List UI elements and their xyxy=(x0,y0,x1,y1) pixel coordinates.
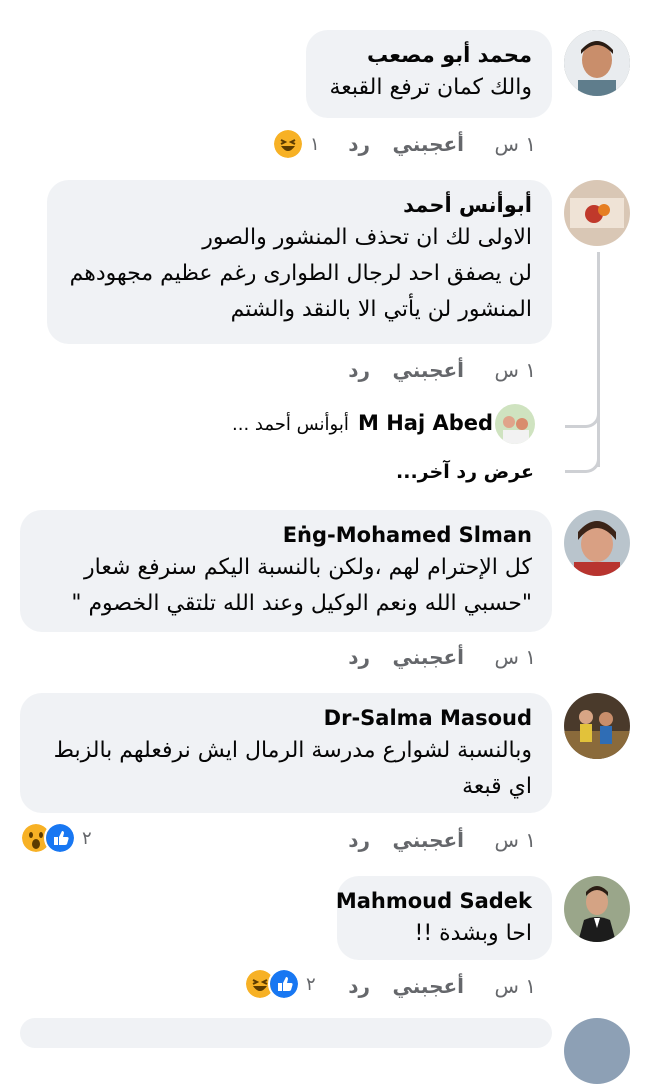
comment-bubble: Mahmoud Sadek احا وبشدة !! xyxy=(336,876,552,960)
reaction-count: ١ xyxy=(310,133,320,155)
view-more-replies[interactable]: عرض رد آخر... xyxy=(396,461,534,483)
comment-time[interactable]: ١ س xyxy=(494,358,536,382)
comment-time[interactable]: ١ س xyxy=(494,645,536,669)
reaction-summary[interactable]: ٢ xyxy=(244,968,316,1000)
reaction-count: ٢ xyxy=(82,827,92,849)
comment-text: الاولى لك ان تحذف المنشور والصور xyxy=(202,225,532,250)
comment-author[interactable]: Dr-Salma Masoud xyxy=(40,703,532,733)
avatar[interactable] xyxy=(564,510,630,576)
like-reaction-icon xyxy=(268,968,300,1000)
haha-reaction-icon xyxy=(272,128,304,160)
thread-connector xyxy=(565,400,600,428)
comment-bubble xyxy=(20,1018,552,1048)
comment-author[interactable]: أبوأنس أحمد xyxy=(67,190,532,220)
comment-bubble: Eṅg-Mohamed Slman كل الإحترام لهم ،ولكن … xyxy=(20,510,552,632)
comment-text: كل الإحترام لهم ،ولكن بالنسبة اليكم سنرف… xyxy=(84,555,532,580)
comment-author[interactable]: Eṅg-Mohamed Slman xyxy=(40,520,532,550)
like-button[interactable]: أعجبني xyxy=(393,645,465,669)
comment-bubble: Dr-Salma Masoud وبالنسبة لشوارع مدرسة ال… xyxy=(20,693,552,813)
reply-button[interactable]: رد xyxy=(348,358,370,382)
avatar[interactable] xyxy=(564,180,630,246)
reaction-summary[interactable]: ٢ xyxy=(20,822,92,854)
comment-time[interactable]: ١ س xyxy=(494,132,536,156)
reaction-summary[interactable]: ١ xyxy=(272,128,320,160)
like-reaction-icon xyxy=(44,822,76,854)
comment-text: اي قبعة xyxy=(462,774,532,799)
like-button[interactable]: أعجبني xyxy=(393,974,465,998)
comment-text: المنشور لن يأتي الا بالنقد والشتم xyxy=(230,297,532,322)
like-button[interactable]: أعجبني xyxy=(393,828,465,852)
comment-time[interactable]: ١ س xyxy=(494,828,536,852)
comment-text: احا وبشدة !! xyxy=(414,921,533,946)
thread-connector xyxy=(597,252,600,467)
thread-connector xyxy=(565,445,600,473)
comment-text: لن يصفق احد لرجال الطوارى رغم عظيم مجهود… xyxy=(69,261,532,286)
avatar[interactable] xyxy=(564,693,630,759)
reaction-count: ٢ xyxy=(306,973,316,995)
comment-author[interactable]: Mahmoud Sadek xyxy=(336,886,532,916)
comment-bubble: أبوأنس أحمد الاولى لك ان تحذف المنشور وا… xyxy=(47,180,552,344)
avatar[interactable] xyxy=(564,876,630,942)
like-button[interactable]: أعجبني xyxy=(393,132,465,156)
comment-text: والك كمان ترفع القبعة xyxy=(329,75,533,100)
reply-button[interactable]: رد xyxy=(348,132,370,156)
reply-snippet[interactable]: أبوأنس أحمد ... xyxy=(232,414,349,435)
comment-text: "حسبي الله ونعم الوكيل وعند الله تلتقي ا… xyxy=(71,591,532,616)
like-button[interactable]: أعجبني xyxy=(393,358,465,382)
comment-author[interactable]: محمد أبو مصعب xyxy=(326,40,532,70)
reply-button[interactable]: رد xyxy=(348,828,370,852)
reply-button[interactable]: رد xyxy=(348,645,370,669)
reply-avatar[interactable] xyxy=(495,404,535,444)
comment-text: وبالنسبة لشوارع مدرسة الرمال ايش نرفعلهم… xyxy=(53,738,532,763)
reply-button[interactable]: رد xyxy=(348,974,370,998)
avatar[interactable] xyxy=(564,30,630,96)
avatar[interactable] xyxy=(564,1018,630,1084)
comment-time[interactable]: ١ س xyxy=(494,974,536,998)
comment-bubble: محمد أبو مصعب والك كمان ترفع القبعة xyxy=(306,30,552,118)
reply-author[interactable]: M Haj Abed xyxy=(358,411,493,435)
